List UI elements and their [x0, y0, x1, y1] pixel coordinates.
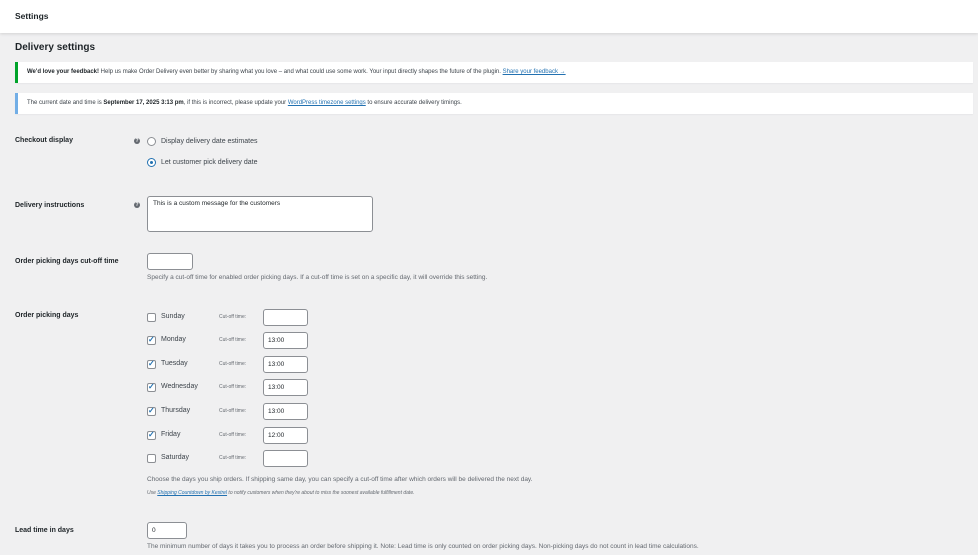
day-checkbox[interactable] [147, 359, 156, 369]
day-cutoff-input[interactable] [263, 356, 308, 373]
date-middle: , if this is incorrect, please update yo… [183, 100, 288, 106]
day-row-tuesday: Tuesday Cut-off time: [147, 356, 347, 373]
day-checkbox[interactable] [147, 430, 156, 440]
note-prefix: Use [147, 490, 158, 496]
radio-label: Let customer pick delivery date [161, 158, 258, 166]
day-row-friday: Friday Cut-off time: [147, 427, 347, 444]
day-cutoff-input[interactable] [263, 332, 308, 349]
day-name: Sunday [161, 313, 185, 320]
date-notice: The current date and time is September 1… [15, 93, 973, 114]
day-row-sunday: Sunday Cut-off time: [147, 309, 347, 326]
day-checkbox[interactable] [147, 406, 156, 416]
current-datetime: September 17, 2025 3:13 pm [103, 100, 184, 106]
shipping-countdown-note: Use Shipping Countdown by Kestrel to not… [147, 490, 415, 496]
radio-label: Display delivery date estimates [161, 137, 258, 145]
cutoff-description: Specify a cut-off time for enabled order… [147, 274, 488, 281]
feedback-text: Help us make Order Delivery even better … [99, 69, 503, 75]
delivery-instructions-label: Delivery instructions [15, 202, 85, 209]
cutoff-label: Cut-off time: [219, 361, 247, 367]
radio-button[interactable] [147, 136, 156, 146]
help-icon[interactable]: ? [134, 138, 140, 144]
cutoff-label: Cut-off time: [219, 314, 247, 320]
lead-time-description: The minimum number of days it takes you … [147, 543, 699, 550]
cutoff-label: Cut-off time: [219, 384, 247, 390]
section-title: Delivery settings [15, 42, 96, 53]
day-checkbox[interactable] [147, 313, 156, 322]
day-row-thursday: Thursday Cut-off time: [147, 403, 347, 420]
day-row-monday: Monday Cut-off time: [147, 332, 347, 349]
day-name: Saturday [161, 454, 190, 461]
top-bar: Settings [0, 0, 978, 33]
day-name: Wednesday [161, 383, 198, 390]
checkout-display-label: Checkout display [15, 137, 73, 144]
day-cutoff-input[interactable] [263, 450, 308, 467]
day-row-saturday: Saturday Cut-off time: [147, 450, 347, 467]
delivery-instructions-textarea[interactable]: This is a custom message for the custome… [147, 196, 373, 232]
note-suffix: to notify customers when they're about t… [227, 490, 415, 496]
cutoff-label: Cut-off time: [219, 432, 247, 438]
shipping-countdown-link[interactable]: Shipping Countdown by Kestrel [157, 490, 227, 496]
lead-time-label: Lead time in days [15, 527, 74, 534]
day-name: Tuesday [161, 360, 188, 367]
radio-button-selected[interactable] [147, 157, 156, 167]
day-checkbox[interactable] [147, 382, 156, 392]
feedback-notice: We'd love your feedback! Help us make Or… [15, 62, 973, 83]
timezone-settings-link[interactable]: WordPress timezone settings [288, 100, 366, 106]
page-title: Settings [15, 11, 49, 21]
day-cutoff-input[interactable] [263, 403, 308, 420]
day-name: Monday [161, 336, 186, 343]
picking-days-label: Order picking days [15, 312, 79, 319]
share-feedback-link[interactable]: Share your feedback → [503, 69, 566, 75]
day-name: Thursday [161, 407, 191, 414]
cutoff-time-input[interactable] [147, 253, 193, 270]
day-checkbox[interactable] [147, 335, 156, 345]
date-prefix: The current date and time is [27, 100, 104, 106]
cutoff-label: Cut-off time: [219, 337, 247, 343]
help-icon[interactable]: ? [134, 202, 140, 208]
day-row-wednesday: Wednesday Cut-off time: [147, 379, 347, 396]
picking-days-description: Choose the days you ship orders. If ship… [147, 476, 533, 483]
day-name: Friday [161, 431, 181, 438]
cutoff-label: Cut-off time: [219, 408, 247, 414]
radio-option-pick-date[interactable]: Let customer pick delivery date [147, 157, 258, 167]
day-cutoff-input[interactable] [263, 427, 308, 444]
feedback-bold: We'd love your feedback! [27, 69, 100, 75]
day-cutoff-input[interactable] [263, 379, 308, 396]
day-checkbox[interactable] [147, 454, 156, 463]
radio-option-estimates[interactable]: Display delivery date estimates [147, 136, 258, 146]
day-cutoff-input[interactable] [263, 309, 308, 326]
lead-time-input[interactable] [147, 522, 187, 539]
date-suffix: to ensure accurate delivery timings. [365, 100, 462, 106]
cutoff-time-label: Order picking days cut-off time [15, 258, 119, 265]
cutoff-label: Cut-off time: [219, 455, 247, 461]
